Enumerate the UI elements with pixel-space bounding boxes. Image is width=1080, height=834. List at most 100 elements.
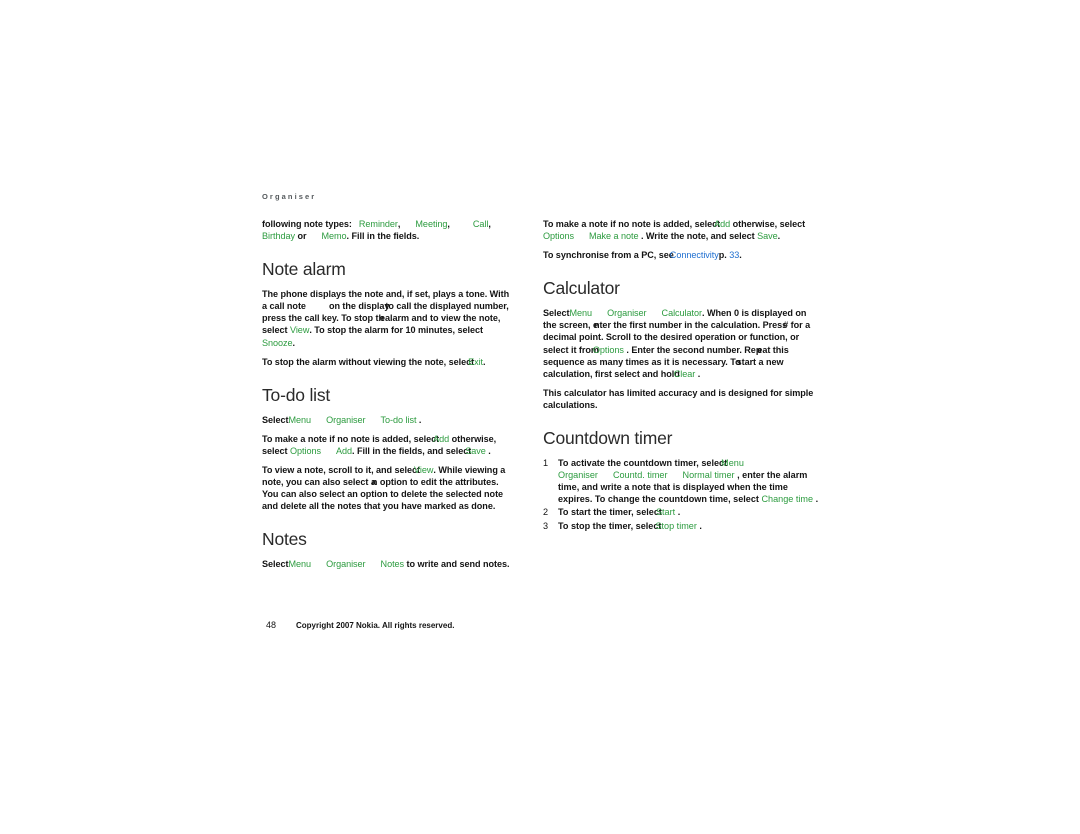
softkey-exit: Exit <box>468 356 484 367</box>
step-marker-1: 1 <box>543 458 549 469</box>
calc-path-menu: Menu <box>569 308 593 319</box>
calculator-paragraph-2: This calculator has limited accuracy and… <box>543 387 814 410</box>
step2-c: . <box>677 507 681 518</box>
menu-path-todo-list: To-do list <box>380 414 417 425</box>
softkey-options-todo: Options <box>289 445 321 456</box>
notes-path-menu: Menu <box>288 559 312 570</box>
heading-calculator: Calculator <box>543 278 620 299</box>
right-column: To make a note if no note is added, sele… <box>543 218 819 533</box>
countdown-step-2: 2 To start the timer, selectStart . <box>543 506 819 518</box>
step1-path-countd-timer: Countd. timer <box>612 470 668 481</box>
step-marker-2: 2 <box>543 507 549 518</box>
softkey-stop-timer: Stop timer <box>655 520 697 531</box>
note-type-reminder: Reminder <box>358 219 398 229</box>
calc-p1-b: nter the first number in the calculation… <box>593 320 788 331</box>
note-alarm-p1-b: on the display <box>328 301 390 312</box>
step3-a: To stop the timer, select <box>558 520 662 531</box>
note-alarm-p2-b: . <box>483 356 486 367</box>
note-types-lead: following note types: <box>262 219 352 229</box>
softkey-snooze: Snooze <box>262 337 293 348</box>
countdown-timer-steps: 1 To activate the countdown timer, select… <box>543 457 819 532</box>
comma-3: , <box>488 219 491 229</box>
make-note-p1-b: otherwise, select <box>732 219 806 229</box>
softkey-view: View <box>289 325 310 336</box>
step1-path-menu: Menu <box>721 458 744 469</box>
notes-tail: to write and send notes. <box>406 559 510 570</box>
sync-p2-c: . <box>739 250 742 261</box>
todo-p2-a: To make a note if no note is added, sele… <box>262 433 440 444</box>
countdown-step-1: 1 To activate the countdown timer, select… <box>543 457 819 505</box>
select-label-todo: Select <box>262 414 289 425</box>
synchronise-paragraph: To synchronise from a PC, seeConnectivit… <box>543 249 819 261</box>
countdown-step-3: 3 To stop the timer, selectStop timer . <box>543 520 819 532</box>
note-alarm-paragraph-2: To stop the alarm without viewing the no… <box>262 356 514 368</box>
step1-path-normal-timer: Normal timer <box>682 470 735 481</box>
make-note-p1-a: To make a note if no note is added, sele… <box>543 219 721 229</box>
make-note-p1-d: . <box>777 231 781 242</box>
step1-path-organiser: Organiser <box>558 470 598 481</box>
todo-paragraph-3: To view a note, scroll to it, and select… <box>262 464 514 512</box>
todo-p2-d: . <box>488 445 491 456</box>
note-alarm-p1-g: . <box>292 337 296 348</box>
menu-path-menu: Menu <box>288 414 312 425</box>
todo-menu-path: SelectMenu Organiser To-do list . <box>262 414 514 426</box>
step2-a: To start the timer, select <box>558 507 662 518</box>
notes-path-notes: Notes <box>380 559 405 570</box>
step1-c: . <box>815 494 819 505</box>
softkey-options-makenote: Options <box>543 231 574 242</box>
note-alarm-paragraph-1: The phone displays the note and, if set,… <box>262 288 514 348</box>
softkey-change-time: Change time <box>761 494 814 505</box>
menu-path-organiser: Organiser <box>326 414 366 425</box>
hash-key-symbol: # <box>783 320 789 331</box>
copyright-notice: Copyright 2007 Nokia. All rights reserve… <box>296 621 455 630</box>
calc-path-organiser: Organiser <box>607 308 647 319</box>
softkey-make-a-note: Make a note <box>589 231 639 242</box>
or-conjunction: or <box>297 231 307 242</box>
step3-c: . <box>699 520 702 531</box>
note-types-paragraph: following note types: Reminder, Meeting, Ca… <box>262 218 514 242</box>
note-types-tail: . Fill in the fields. <box>346 231 420 242</box>
softkey-add-2: Add <box>335 445 353 456</box>
note-type-call: Call <box>472 219 489 229</box>
comma-2: , <box>447 219 450 229</box>
calculator-paragraph-1: SelectMenu Organiser Calculator. When 0 is… <box>543 307 819 380</box>
softkey-start: Start <box>655 507 676 518</box>
make-note-paragraph-1: To make a note if no note is added, sele… <box>543 218 819 242</box>
select-label-notes: Select <box>262 559 289 570</box>
softkey-save-makenote: Save <box>757 231 778 242</box>
note-type-birthday: Birthday <box>262 231 295 242</box>
softkey-options-calculator: Options <box>592 344 624 355</box>
cross-reference-link[interactable]: Connectivity <box>670 250 719 260</box>
select-label-calculator: Select <box>543 308 570 319</box>
comma-1: , <box>397 219 401 229</box>
todo-p2-c: . Fill in the fields, and select <box>352 445 472 456</box>
note-alarm-p1-f: . To stop the alarm for 10 minutes, sele… <box>309 325 483 336</box>
softkey-save-todo: Save <box>465 445 486 456</box>
todo-paragraph-2: To make a note if no note is added, sele… <box>262 433 514 457</box>
softkey-add-makenote: Add <box>714 219 731 229</box>
softkey-view-todo: View <box>414 465 434 476</box>
softkey-add-1: Add <box>433 433 450 444</box>
heading-countdown-timer: Countdown timer <box>543 428 673 449</box>
todo-path-tail: . <box>418 414 422 425</box>
step-marker-3: 3 <box>543 520 549 531</box>
note-alarm-p2-a: To stop the alarm without viewing the no… <box>262 356 475 367</box>
page-content: Organiser following note types: Reminder,… <box>262 192 822 569</box>
make-note-p1-c: . Write the note, and select <box>640 231 755 242</box>
calc-p1-h: . <box>697 368 701 379</box>
calc-path-calculator: Calculator <box>661 308 703 319</box>
cross-reference-page-number[interactable]: 33 <box>729 250 739 260</box>
heading-notes: Notes <box>262 529 307 550</box>
sync-page-label: p. <box>718 250 727 261</box>
softkey-clear: Clear <box>673 368 696 379</box>
left-column: following note types: Reminder, Meeting, Ca… <box>262 218 514 571</box>
running-head: Organiser <box>262 192 317 201</box>
calc-p1-e: . Enter the second number. Rep <box>626 344 762 355</box>
heading-todo-list: To-do list <box>262 384 331 405</box>
manual-page: Organiser following note types: Reminder,… <box>0 0 1080 834</box>
notes-path-organiser: Organiser <box>326 559 366 570</box>
note-type-memo: Memo <box>321 231 347 242</box>
note-type-meeting: Meeting <box>415 219 448 229</box>
step1-a: To activate the countdown timer, select <box>558 458 728 469</box>
page-number: 48 <box>266 620 277 630</box>
